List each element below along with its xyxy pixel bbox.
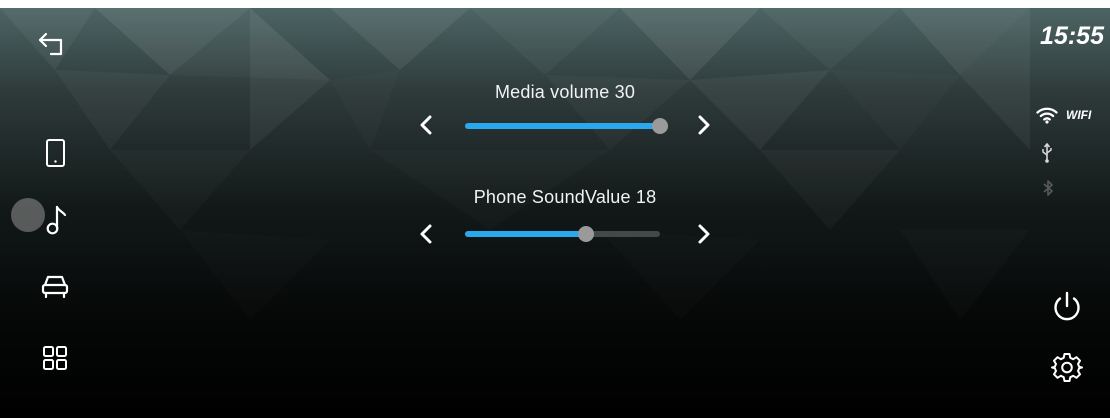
car-icon bbox=[41, 275, 69, 299]
nav-apps[interactable] bbox=[38, 341, 72, 375]
media-volume-thumb[interactable] bbox=[652, 118, 668, 134]
settings-screen: Media volume 30 Phone SoundValue 18 15:5… bbox=[0, 0, 1110, 418]
phone-volume-increase-button[interactable] bbox=[689, 219, 719, 249]
wifi-icon bbox=[1036, 107, 1058, 124]
apps-icon bbox=[43, 346, 67, 370]
chevron-right-icon bbox=[698, 224, 710, 244]
phone-volume-slider[interactable] bbox=[465, 226, 660, 242]
settings-icon bbox=[1051, 353, 1083, 382]
phone-volume-control: Phone SoundValue 18 bbox=[405, 187, 725, 267]
phone-volume-label: Phone SoundValue 18 bbox=[473, 187, 657, 207]
bluetooth-status bbox=[1041, 178, 1055, 198]
phone-volume-decrease-button[interactable] bbox=[411, 219, 441, 249]
media-volume-fill bbox=[465, 123, 660, 129]
usb-status bbox=[1039, 142, 1055, 164]
usb-icon bbox=[1042, 142, 1052, 163]
music-icon bbox=[46, 205, 67, 235]
nav-music[interactable] bbox=[39, 203, 73, 237]
nav-car[interactable] bbox=[38, 269, 72, 303]
power-button[interactable] bbox=[1050, 290, 1084, 324]
phone-icon bbox=[46, 139, 65, 167]
back-button[interactable] bbox=[36, 27, 70, 61]
wifi-label: WIFI bbox=[1066, 108, 1092, 122]
chevron-right-icon bbox=[698, 115, 710, 135]
media-volume-increase-button[interactable] bbox=[689, 110, 719, 140]
phone-volume-thumb[interactable] bbox=[577, 226, 594, 242]
media-volume-slider[interactable] bbox=[465, 118, 668, 134]
media-volume-decrease-button[interactable] bbox=[411, 110, 441, 140]
phone-volume-fill bbox=[465, 231, 586, 237]
media-volume-label: Media volume 30 bbox=[494, 82, 636, 102]
back-icon bbox=[38, 32, 63, 56]
clock: 15:55 bbox=[1040, 22, 1104, 50]
power-icon bbox=[1054, 291, 1080, 321]
wifi-status: WIFI bbox=[1036, 106, 1091, 124]
bluetooth-icon bbox=[1043, 180, 1053, 196]
nav-phone[interactable] bbox=[39, 136, 73, 170]
chevron-left-icon bbox=[420, 224, 432, 244]
media-volume-control: Media volume 30 bbox=[405, 82, 725, 162]
chevron-left-icon bbox=[420, 115, 432, 135]
settings-button[interactable] bbox=[1050, 350, 1084, 384]
